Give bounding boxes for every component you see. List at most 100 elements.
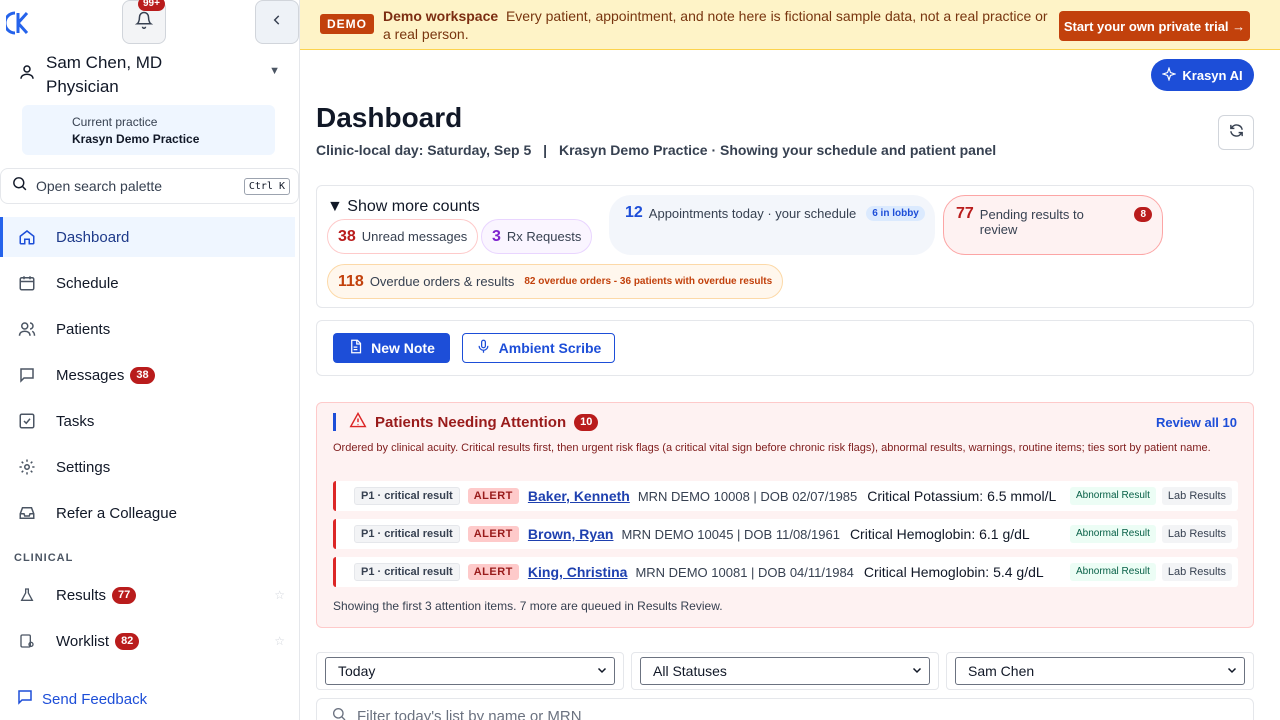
- patient-name-link[interactable]: King, Christina: [528, 564, 628, 580]
- star-icon[interactable]: ☆: [274, 634, 285, 648]
- overdue-orders-count[interactable]: 118 Overdue orders & results 82 overdue …: [327, 264, 784, 299]
- gear-icon: [16, 456, 38, 478]
- demo-banner: DEMO Demo workspace Every patient, appoi…: [300, 0, 1280, 50]
- pending-results-count[interactable]: 77 Pending results to review 8: [943, 195, 1163, 255]
- attention-row[interactable]: P1 · critical result ALERT Brown, Ryan M…: [333, 519, 1238, 549]
- patient-mrn: MRN DEMO 10081 | DOB 04/11/1984: [635, 564, 854, 580]
- search-palette-label: Open search palette: [36, 178, 163, 194]
- caret-down-icon: ▼: [269, 65, 280, 77]
- send-feedback-button[interactable]: Send Feedback: [16, 688, 147, 710]
- app-root: 99+ Sam Chen, MD Physician ▼ Current pra…: [0, 0, 1280, 720]
- sidebar: 99+ Sam Chen, MD Physician ▼ Current pra…: [0, 0, 300, 720]
- subtitle-divider: |: [543, 142, 548, 158]
- krasyn-ai-button[interactable]: Krasyn AI: [1151, 59, 1254, 91]
- sidebar-item-messages[interactable]: Messages 38: [0, 355, 295, 395]
- counts-panel: ▼ Show more counts 38 Unread messages 3 …: [316, 185, 1254, 308]
- main-content: DEMO Demo workspace Every patient, appoi…: [300, 0, 1280, 720]
- page-title: Dashboard: [316, 102, 463, 133]
- star-icon[interactable]: ☆: [274, 588, 285, 602]
- users-icon: [16, 318, 38, 340]
- provider-filter-select[interactable]: Sam Chen: [955, 657, 1245, 685]
- sidebar-item-schedule[interactable]: Schedule: [0, 263, 295, 303]
- sidebar-item-worklist[interactable]: Worklist 82 ☆: [0, 621, 295, 661]
- start-trial-button[interactable]: Start your own private trial →: [1059, 11, 1250, 41]
- attention-count-badge: 10: [574, 413, 599, 431]
- refresh-icon: [1228, 122, 1245, 144]
- sidebar-item-patients[interactable]: Patients: [0, 309, 295, 349]
- date-filter-select[interactable]: Today: [325, 657, 615, 685]
- quick-actions: New Note Ambient Scribe: [316, 320, 1254, 376]
- rx-requests-count[interactable]: 3 Rx Requests: [481, 219, 593, 254]
- demo-banner-title: Demo workspace: [383, 8, 499, 24]
- show-more-counts-toggle[interactable]: ▼ Show more counts: [327, 198, 480, 216]
- sidebar-item-refer[interactable]: Refer a Colleague: [0, 493, 295, 533]
- current-practice-label: Current practice: [72, 115, 158, 129]
- attention-row[interactable]: P1 · critical result ALERT King, Christi…: [333, 557, 1238, 587]
- user-menu[interactable]: Sam Chen, MD Physician ▼: [18, 51, 288, 97]
- review-all-link[interactable]: Review all 10: [1156, 415, 1237, 430]
- krasyn-ai-label: Krasyn AI: [1182, 67, 1243, 83]
- send-feedback-label: Send Feedback: [42, 690, 148, 708]
- search-shortcut: Ctrl K: [243, 177, 290, 195]
- schedule-search-placeholder: Filter today's list by name or MRN: [357, 707, 582, 720]
- messages-badge: 38: [130, 366, 155, 384]
- clinic-day: Clinic-local day: Saturday, Sep 5: [316, 142, 532, 158]
- patient-name-link[interactable]: Brown, Ryan: [528, 526, 614, 542]
- count-number: 3: [492, 227, 501, 245]
- attention-title: Patients Needing Attention: [375, 413, 567, 431]
- search-icon: [331, 706, 347, 720]
- new-note-button[interactable]: New Note: [333, 333, 450, 363]
- refresh-button[interactable]: [1218, 115, 1254, 150]
- new-note-label: New Note: [371, 340, 435, 356]
- attention-row[interactable]: P1 · critical result ALERT Baker, Kennet…: [333, 481, 1238, 511]
- alert-chip: ALERT: [467, 564, 519, 580]
- sidebar-item-tasks[interactable]: Tasks: [0, 401, 295, 441]
- sidebar-item-results[interactable]: Results 77 ☆: [0, 575, 295, 615]
- attention-description: Ordered by clinical acuity. Critical res…: [333, 442, 1211, 454]
- krasyn-logo[interactable]: [3, 10, 30, 36]
- search-palette-button[interactable]: Open search palette Ctrl K: [0, 168, 299, 204]
- document-icon: [348, 339, 363, 357]
- date-filter-value: Today: [338, 663, 376, 679]
- warning-icon: [349, 411, 367, 433]
- status-filter-value: All Statuses: [653, 663, 727, 679]
- sidebar-item-label: Dashboard: [56, 228, 130, 246]
- count-number: 77: [956, 205, 974, 222]
- collapse-sidebar-button[interactable]: [255, 0, 299, 44]
- sidebar-item-label: Refer a Colleague: [56, 504, 177, 522]
- attention-header: Patients Needing Attention 10: [333, 411, 599, 433]
- demo-tag: DEMO: [320, 14, 374, 34]
- count-label: Pending results to review: [979, 207, 1084, 237]
- show-more-counts-label: Show more counts: [347, 198, 480, 215]
- priority-chip: P1 · critical result: [354, 563, 460, 581]
- schedule-search-input[interactable]: Filter today's list by name or MRN: [316, 698, 1254, 720]
- section-label-clinical: CLINICAL: [14, 552, 74, 564]
- chevron-down-icon: [596, 663, 608, 679]
- schedule-filters: Today All Statuses Sam Chen: [316, 652, 1254, 690]
- patients-needing-attention: Patients Needing Attention 10 Review all…: [316, 402, 1254, 628]
- ambient-scribe-button[interactable]: Ambient Scribe: [462, 333, 615, 363]
- inbox-icon: [16, 502, 38, 524]
- sidebar-item-settings[interactable]: Settings: [0, 447, 295, 487]
- status-filter-select[interactable]: All Statuses: [640, 657, 930, 685]
- provider-filter-value: Sam Chen: [968, 663, 1035, 679]
- lab-results-tag: Lab Results: [1161, 563, 1232, 581]
- patient-name-link[interactable]: Baker, Kenneth: [528, 488, 630, 504]
- overdue-detail: 82 overdue orders - 36 patients with ove…: [524, 276, 773, 287]
- calendar-icon: [16, 272, 38, 294]
- user-name: Sam Chen, MD: [46, 53, 163, 72]
- unread-messages-count[interactable]: 38 Unread messages: [327, 219, 479, 254]
- count-label: Appointments today · your schedule: [648, 206, 857, 221]
- patient-mrn: MRN DEMO 10045 | DOB 11/08/1961: [621, 526, 840, 542]
- search-icon: [11, 175, 28, 197]
- appointments-today-count[interactable]: 12 Appointments today · your schedule 6 …: [609, 195, 935, 255]
- lab-results-tag: Lab Results: [1161, 487, 1232, 505]
- triangle-down-icon: ▼: [327, 198, 343, 215]
- sidebar-item-dashboard[interactable]: Dashboard: [0, 217, 295, 257]
- user-role: Physician: [46, 77, 119, 96]
- current-practice: Current practice Krasyn Demo Practice: [22, 105, 275, 155]
- abnormal-result-tag: Abnormal Result: [1069, 563, 1156, 581]
- results-badge: 77: [112, 586, 137, 604]
- chevron-left-icon: [270, 13, 284, 32]
- critical-result: Critical Hemoglobin: 6.1 g/dL: [849, 526, 1030, 542]
